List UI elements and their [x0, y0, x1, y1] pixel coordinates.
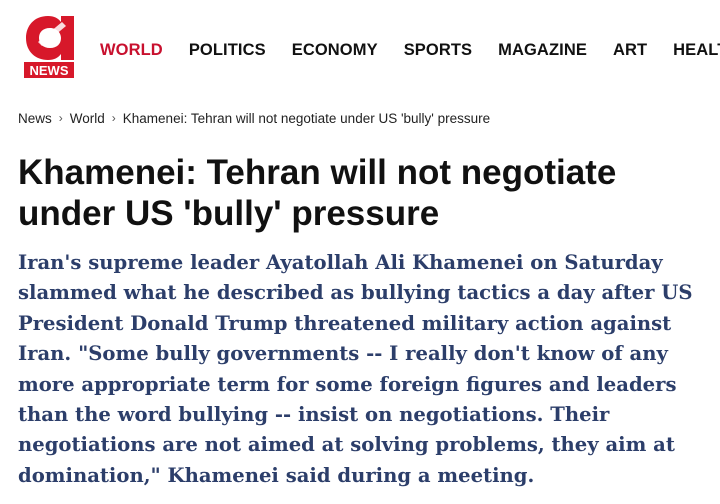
breadcrumb-item-world[interactable]: World [70, 111, 105, 126]
breadcrumb-item-news[interactable]: News [18, 111, 52, 126]
nav-item-magazine[interactable]: MAGAZINE [498, 41, 587, 60]
a-news-logo-icon: NEWS [24, 16, 74, 78]
chevron-right-icon: › [111, 111, 116, 125]
breadcrumb-item-current: Khamenei: Tehran will not negotiate unde… [122, 110, 491, 126]
main-nav: WORLD POLITICS ECONOMY SPORTS MAGAZINE A… [100, 38, 720, 62]
nav-item-politics[interactable]: POLITICS [189, 41, 266, 60]
nav-item-economy[interactable]: ECONOMY [292, 41, 378, 60]
nav-item-art[interactable]: ART [613, 41, 647, 60]
svg-text:NEWS: NEWS [30, 63, 69, 78]
nav-item-sports[interactable]: SPORTS [404, 41, 472, 60]
article-lead: Iran's supreme leader Ayatollah Ali Kham… [18, 251, 693, 487]
breadcrumb: News › World › Khamenei: Tehran will not… [18, 109, 490, 127]
nav-item-health[interactable]: HEALTH [673, 41, 720, 60]
site-header: NEWS WORLD POLITICS ECONOMY SPORTS MAGAZ… [0, 0, 720, 92]
article-headline: Khamenei: Tehran will not negotiate unde… [18, 153, 617, 233]
a-news-logo[interactable]: NEWS [18, 14, 80, 80]
chevron-right-icon: › [58, 111, 63, 125]
nav-item-world[interactable]: WORLD [100, 41, 163, 60]
